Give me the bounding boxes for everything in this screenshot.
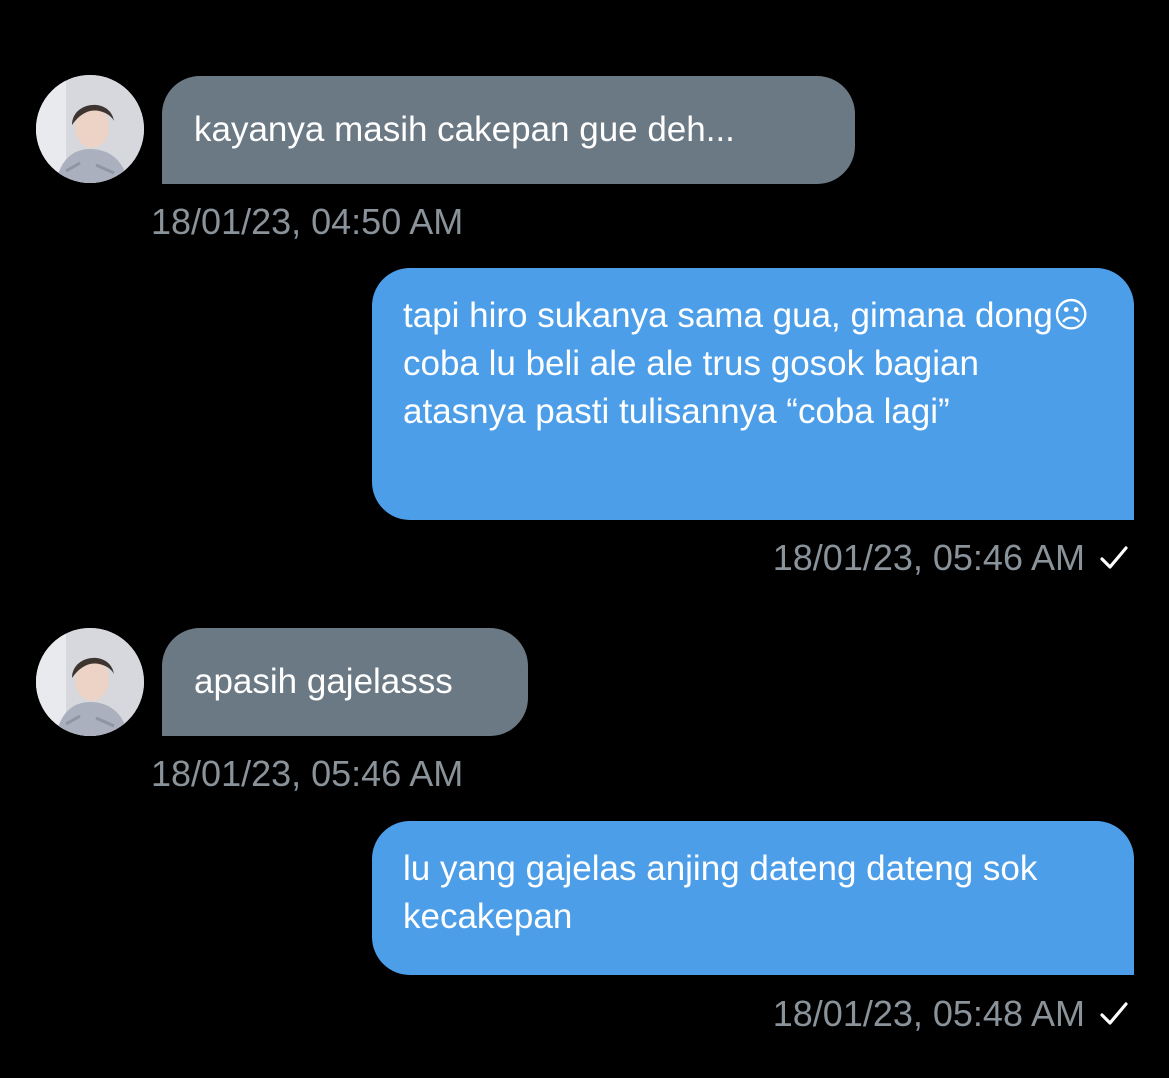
message-bubble-incoming[interactable]: kayanya masih cakepan gue deh... bbox=[162, 76, 855, 184]
message-meta: 18/01/23, 05:48 AM bbox=[773, 994, 1129, 1034]
check-icon bbox=[1099, 1000, 1129, 1028]
message-bubble-outgoing[interactable]: lu yang gajelas anjing dateng dateng sok… bbox=[372, 821, 1134, 975]
contact-avatar[interactable] bbox=[36, 75, 144, 183]
message-bubble-incoming[interactable]: apasih gajelasss bbox=[162, 628, 528, 736]
message-text: kayanya masih cakepan gue deh... bbox=[194, 110, 735, 149]
message-text: tapi hiro sukanya sama gua, gimana dong☹… bbox=[403, 296, 1100, 431]
message-bubble-outgoing[interactable]: tapi hiro sukanya sama gua, gimana dong☹… bbox=[372, 268, 1134, 520]
message-meta: 18/01/23, 05:46 AM bbox=[773, 538, 1129, 578]
message-text: apasih gajelasss bbox=[194, 662, 453, 701]
message-text: lu yang gajelas anjing dateng dateng sok… bbox=[403, 849, 1048, 936]
message-timestamp: 18/01/23, 05:46 AM bbox=[772, 537, 1085, 578]
message-timestamp: 18/01/23, 04:50 AM bbox=[151, 201, 464, 242]
contact-avatar[interactable] bbox=[36, 628, 144, 736]
message-timestamp: 18/01/23, 05:46 AM bbox=[151, 753, 464, 794]
check-icon bbox=[1099, 544, 1129, 572]
message-timestamp: 18/01/23, 05:48 AM bbox=[772, 993, 1085, 1034]
